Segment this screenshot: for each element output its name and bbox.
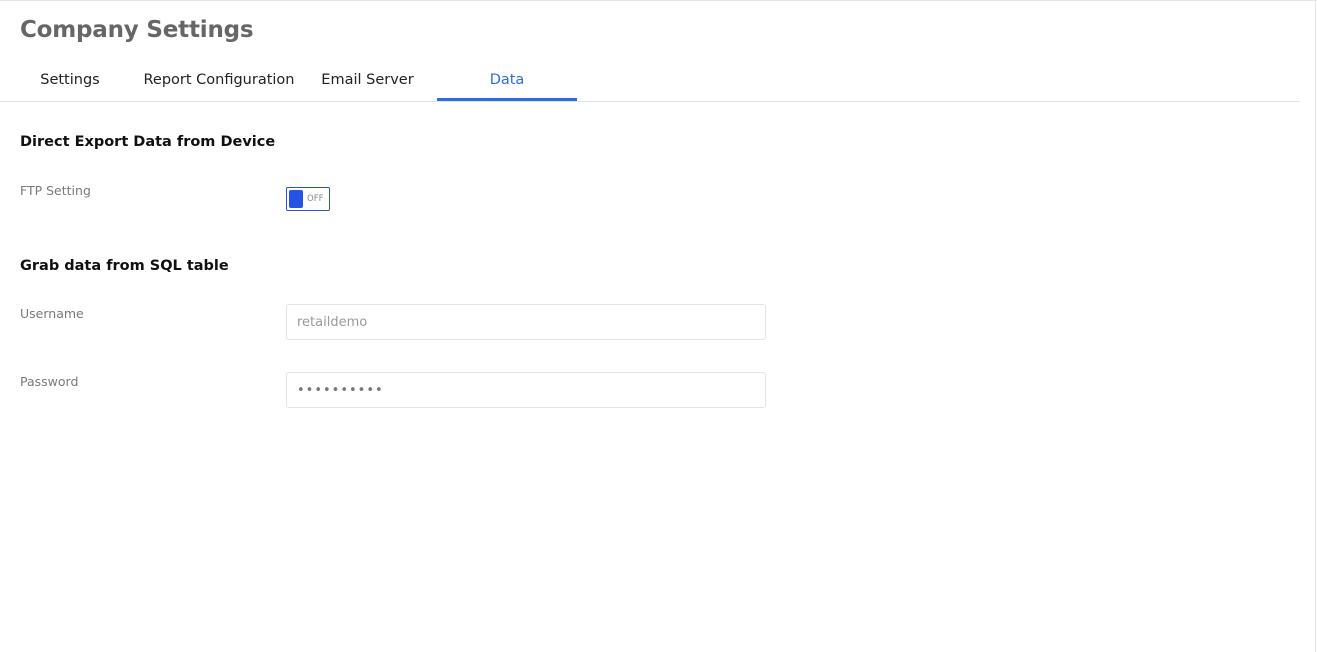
- panel-right-border: [1315, 1, 1316, 652]
- tab-email-server[interactable]: Email Server: [315, 61, 420, 101]
- password-input[interactable]: [286, 372, 766, 408]
- ftp-setting-toggle[interactable]: OFF: [286, 187, 330, 211]
- tab-data[interactable]: Data: [437, 61, 577, 101]
- settings-tabs: Settings Report Configuration Email Serv…: [0, 61, 1300, 102]
- ftp-setting-label: FTP Setting: [20, 183, 91, 198]
- company-settings-page: Company Settings Settings Report Configu…: [0, 0, 1317, 652]
- password-label: Password: [20, 374, 79, 389]
- toggle-knob: [289, 190, 303, 208]
- tab-report-configuration[interactable]: Report Configuration: [140, 61, 298, 101]
- active-tab-indicator: [437, 98, 577, 101]
- section-heading-direct-export: Direct Export Data from Device: [20, 134, 276, 150]
- toggle-state-text: OFF: [307, 194, 324, 204]
- section-heading-sql-table: Grab data from SQL table: [20, 258, 229, 274]
- page-title: Company Settings: [20, 17, 254, 43]
- username-input[interactable]: [286, 304, 766, 340]
- tab-settings[interactable]: Settings: [20, 61, 120, 101]
- username-label: Username: [20, 306, 84, 321]
